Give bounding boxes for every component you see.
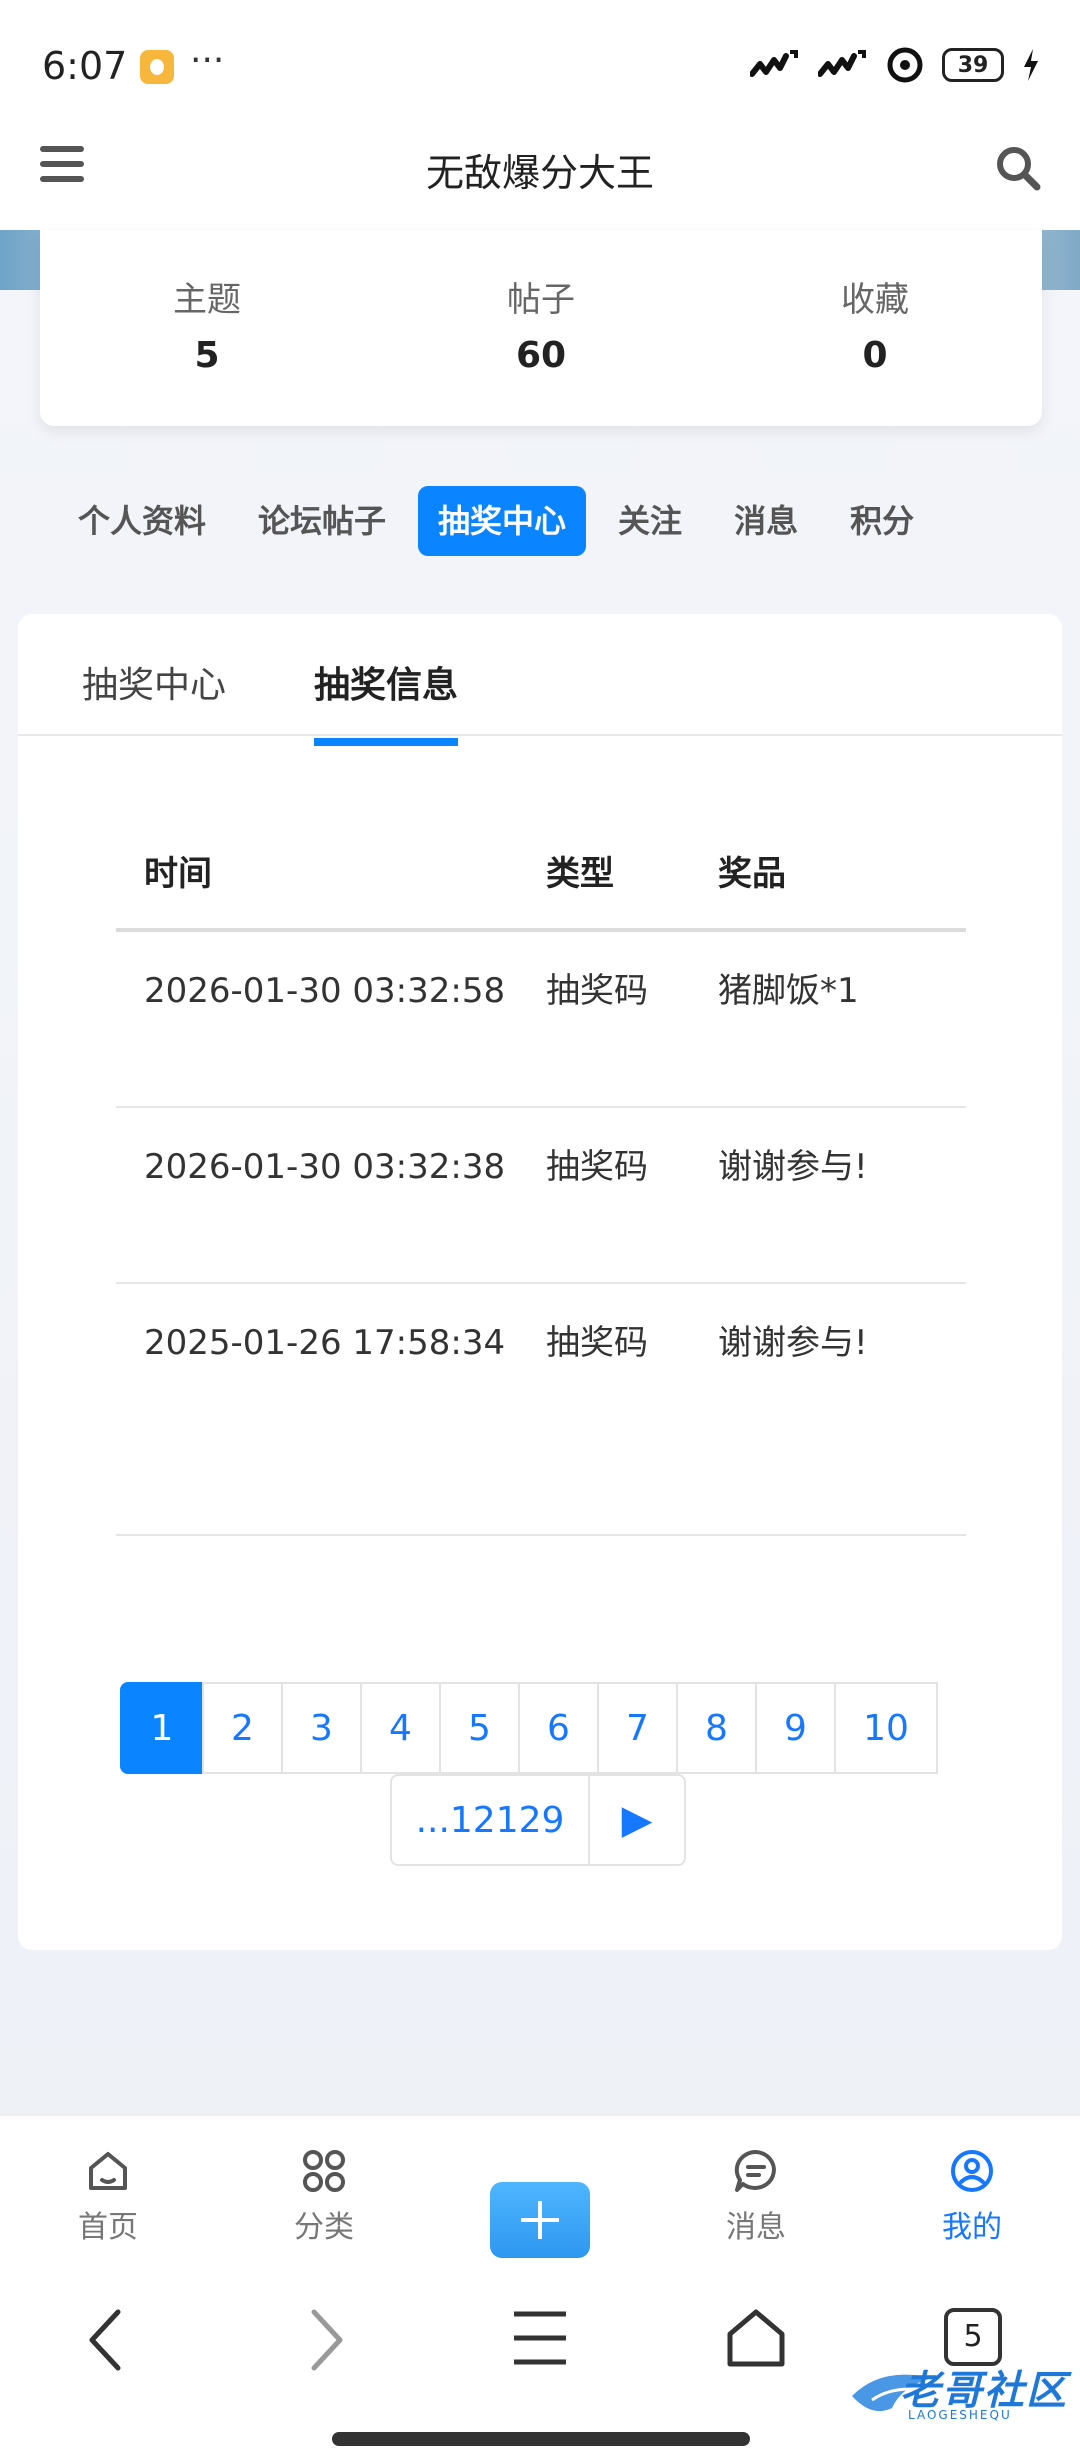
page-button-9[interactable]: 9 xyxy=(755,1682,836,1774)
table-header: 时间 类型 奖品 xyxy=(116,846,966,932)
table-row: 2026-01-30 03:32:38 抽奖码 谢谢参与! xyxy=(116,1108,966,1284)
page-button-3[interactable]: 3 xyxy=(281,1682,362,1774)
cell-type: 抽奖码 xyxy=(546,1323,648,1363)
add-post-button[interactable] xyxy=(490,2182,590,2258)
cell-prize: 谢谢参与! xyxy=(718,1147,868,1187)
tab-forum-posts[interactable]: 论坛帖子 xyxy=(238,486,406,556)
cell-prize: 猪脚饭*1 xyxy=(718,971,859,1011)
lottery-panel: 抽奖中心 抽奖信息 时间 类型 奖品 2026-01-30 03:32:58 抽… xyxy=(18,614,1062,1950)
subtab-lottery-center[interactable]: 抽奖中心 xyxy=(82,656,226,738)
battery-level: 39 xyxy=(957,52,989,78)
stat-favorites[interactable]: 收藏 0 xyxy=(708,230,1042,426)
grid-icon xyxy=(303,2150,345,2192)
page-button-7[interactable]: 7 xyxy=(597,1682,678,1774)
tab-points[interactable]: 积分 xyxy=(830,486,934,556)
bottom-nav-home[interactable]: 首页 xyxy=(0,2116,216,2264)
cell-type: 抽奖码 xyxy=(546,971,648,1011)
signal-icon-2 xyxy=(818,50,866,77)
table-row: 2026-01-30 03:32:58 抽奖码 猪脚饭*1 xyxy=(116,932,966,1108)
status-bar: 6:07 ··· 39 xyxy=(0,0,1080,120)
pagination: 1 2 3 4 5 6 7 8 9 10 xyxy=(120,1682,938,1774)
page-button-2[interactable]: 2 xyxy=(202,1682,283,1774)
table-row: 2025-01-26 17:58:34 抽奖码 谢谢参与! xyxy=(116,1284,966,1536)
bottom-nav: 首页 分类 消息 我的 xyxy=(0,2114,1080,2264)
page-button-6[interactable]: 6 xyxy=(518,1682,599,1774)
bottom-nav-label: 我的 xyxy=(942,2210,1002,2245)
stat-topics[interactable]: 主题 5 xyxy=(40,230,374,426)
plus-icon xyxy=(521,2201,559,2239)
tab-profile[interactable]: 个人资料 xyxy=(58,486,226,556)
signal-icon xyxy=(750,50,798,77)
status-icons: 39 xyxy=(750,46,1040,84)
hotspot-icon xyxy=(887,47,923,83)
bottom-nav-messages[interactable]: 消息 xyxy=(648,2116,864,2264)
more-notifications-icon: ··· xyxy=(190,40,225,81)
stats-card: 主题 5 帖子 60 收藏 0 xyxy=(40,230,1042,426)
charging-icon xyxy=(1024,49,1038,81)
header-prize: 奖品 xyxy=(718,854,786,894)
page-button-1[interactable]: 1 xyxy=(120,1682,204,1774)
battery-icon: 39 xyxy=(942,48,1004,82)
stat-posts[interactable]: 帖子 60 xyxy=(374,230,708,426)
browser-home-icon[interactable] xyxy=(726,2308,786,2368)
cell-type: 抽奖码 xyxy=(546,1147,648,1187)
app-header: 无敌爆分大王 xyxy=(0,120,1080,230)
bottom-nav-label: 消息 xyxy=(726,2210,786,2245)
header-time: 时间 xyxy=(144,854,212,894)
pagination-row-2: ...12129 ▶ xyxy=(390,1774,686,1866)
next-page-button[interactable]: ▶ xyxy=(588,1774,686,1866)
bottom-nav-label: 分类 xyxy=(294,2210,354,2245)
stat-value: 0 xyxy=(862,335,888,376)
page-button-8[interactable]: 8 xyxy=(676,1682,757,1774)
home-icon xyxy=(89,2152,127,2190)
bottom-nav-mine[interactable]: 我的 xyxy=(864,2116,1080,2264)
tab-following[interactable]: 关注 xyxy=(598,486,702,556)
status-time: 6:07 xyxy=(42,44,128,88)
home-indicator[interactable] xyxy=(332,2432,750,2446)
tab-messages[interactable]: 消息 xyxy=(714,486,818,556)
page-title: 无敌爆分大王 xyxy=(425,151,654,195)
page-button-10[interactable]: 10 xyxy=(834,1682,938,1774)
lottery-records-table: 时间 类型 奖品 2026-01-30 03:32:58 抽奖码 猪脚饭*1 2… xyxy=(116,846,966,1536)
watermark-subtext: LAOGESHEQU xyxy=(908,2408,1012,2422)
stat-label: 收藏 xyxy=(841,280,909,320)
header-type: 类型 xyxy=(546,854,614,894)
lottery-sub-tabs: 抽奖中心 抽奖信息 xyxy=(18,614,1062,746)
stat-label: 主题 xyxy=(173,280,241,320)
chat-icon xyxy=(734,2149,776,2192)
page-button-5[interactable]: 5 xyxy=(439,1682,520,1774)
forward-icon[interactable] xyxy=(306,2308,346,2372)
subtab-lottery-info[interactable]: 抽奖信息 xyxy=(314,656,459,746)
tab-lottery-center[interactable]: 抽奖中心 xyxy=(418,486,587,556)
profile-nav-tabs: 个人资料 论坛帖子 抽奖中心 关注 消息 积分 xyxy=(58,486,946,556)
page-button-last[interactable]: ...12129 xyxy=(390,1774,590,1866)
menu-lines-icon[interactable] xyxy=(512,2308,568,2368)
stat-value: 60 xyxy=(515,335,567,376)
cell-prize: 谢谢参与! xyxy=(718,1323,868,1363)
bottom-nav-add[interactable] xyxy=(432,2116,648,2264)
stat-value: 5 xyxy=(194,335,220,376)
cell-time: 2025-01-26 17:58:34 xyxy=(144,1323,506,1363)
bottom-nav-category[interactable]: 分类 xyxy=(216,2116,432,2264)
user-circle-icon xyxy=(951,2150,993,2192)
play-right-icon: ▶ xyxy=(621,1797,653,1843)
page-button-4[interactable]: 4 xyxy=(360,1682,441,1774)
back-icon[interactable] xyxy=(86,2308,126,2372)
stat-label: 帖子 xyxy=(507,280,575,320)
search-icon[interactable] xyxy=(994,144,1042,192)
app-notification-icon xyxy=(140,50,174,84)
bottom-nav-label: 首页 xyxy=(78,2210,138,2245)
cell-time: 2026-01-30 03:32:38 xyxy=(144,1147,506,1187)
cell-time: 2026-01-30 03:32:58 xyxy=(144,971,506,1011)
